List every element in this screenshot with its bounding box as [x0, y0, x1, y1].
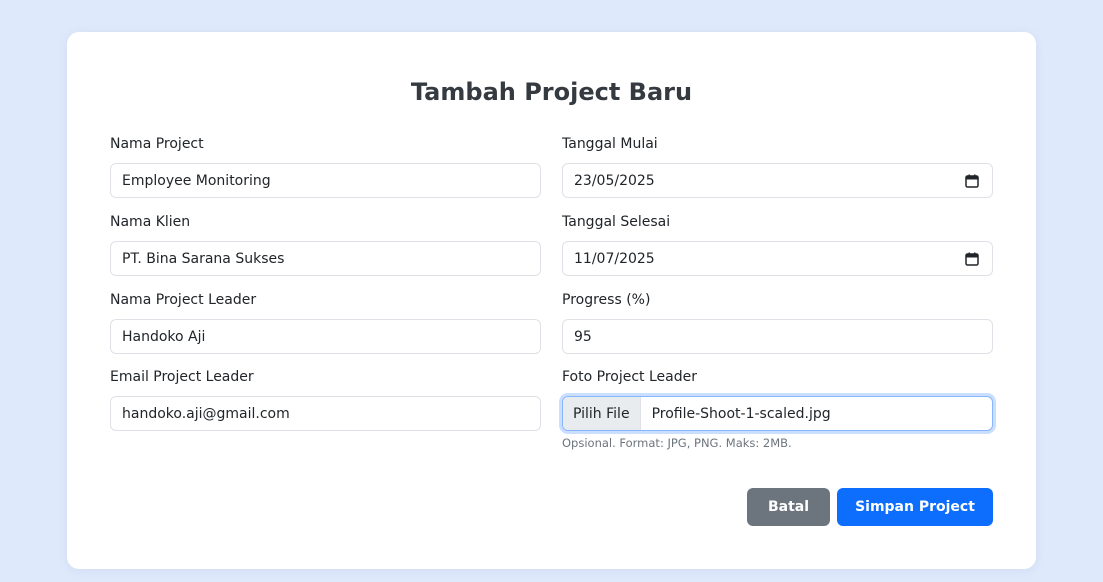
field-nama-project: Nama Project Employee Monitoring [110, 134, 541, 198]
email-leader-value: handoko.aji@gmail.com [122, 405, 290, 422]
tanggal-selesai-label: Tanggal Selesai [562, 214, 671, 230]
tanggal-selesai-value: 11/07/2025 [574, 250, 655, 267]
email-leader-label: Email Project Leader [110, 369, 254, 385]
field-tanggal-mulai: Tanggal Mulai 23/05/2025 [562, 134, 993, 198]
calendar-icon[interactable] [965, 174, 979, 188]
nama-leader-label: Nama Project Leader [110, 292, 257, 308]
progress-input[interactable]: 95 [562, 319, 993, 354]
calendar-icon[interactable] [965, 252, 979, 266]
field-nama-leader: Nama Project Leader Handoko Aji [110, 290, 541, 354]
nama-project-input[interactable]: Employee Monitoring [110, 163, 541, 198]
foto-help-text: Opsional. Format: JPG, PNG. Maks: 2MB. [562, 436, 792, 450]
tanggal-mulai-value: 23/05/2025 [574, 172, 655, 189]
email-leader-input[interactable]: handoko.aji@gmail.com [110, 396, 541, 431]
nama-klien-input[interactable]: PT. Bina Sarana Sukses [110, 241, 541, 276]
progress-label: Progress (%) [562, 292, 651, 308]
field-progress: Progress (%) 95 [562, 290, 993, 354]
tanggal-mulai-input[interactable]: 23/05/2025 [562, 163, 993, 198]
field-foto-leader: Foto Project Leader Pilih File Profile-S… [562, 367, 993, 451]
field-tanggal-selesai: Tanggal Selesai 11/07/2025 [562, 212, 993, 276]
choose-file-button[interactable]: Pilih File [563, 397, 641, 430]
field-email-leader: Email Project Leader handoko.aji@gmail.c… [110, 367, 541, 431]
page-title: Tambah Project Baru [410, 78, 693, 106]
tanggal-mulai-label: Tanggal Mulai [562, 136, 658, 152]
nama-leader-input[interactable]: Handoko Aji [110, 319, 541, 354]
nama-leader-value: Handoko Aji [122, 328, 206, 345]
field-nama-klien: Nama Klien PT. Bina Sarana Sukses [110, 212, 541, 276]
save-project-button[interactable]: Simpan Project [837, 488, 993, 526]
foto-leader-file-input[interactable]: Pilih File Profile-Shoot-1-scaled.jpg [562, 396, 993, 431]
nama-klien-label: Nama Klien [110, 214, 191, 230]
nama-klien-value: PT. Bina Sarana Sukses [122, 250, 285, 267]
tanggal-selesai-input[interactable]: 11/07/2025 [562, 241, 993, 276]
nama-project-value: Employee Monitoring [122, 172, 271, 189]
form-card: Tambah Project Baru Nama Project Employe… [67, 32, 1036, 569]
foto-leader-label: Foto Project Leader [562, 369, 697, 385]
nama-project-label: Nama Project [110, 136, 204, 152]
cancel-button[interactable]: Batal [747, 488, 830, 526]
file-name: Profile-Shoot-1-scaled.jpg [651, 405, 831, 422]
progress-value: 95 [574, 328, 592, 345]
